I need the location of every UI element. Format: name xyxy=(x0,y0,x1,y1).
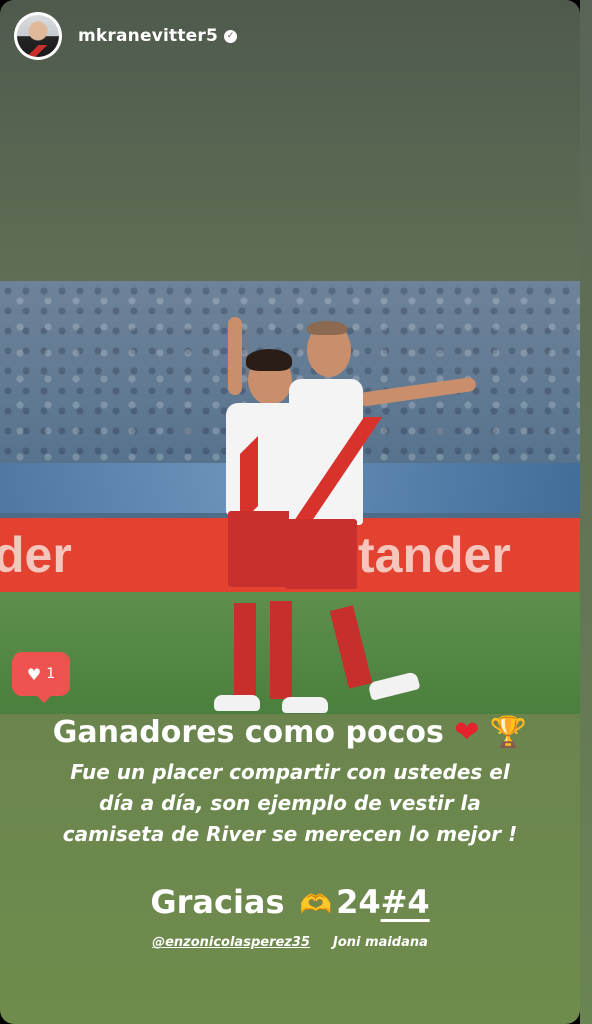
verified-badge-icon: ✓ xyxy=(224,29,238,43)
thanks-hash: #4 xyxy=(380,883,430,921)
caption-mentions: @enzonicolasperez35 Joni maidana xyxy=(0,934,580,952)
username[interactable]: mkranevitter5 xyxy=(78,26,218,46)
caption-title-text: Ganadores como pocos xyxy=(52,715,444,750)
mention-enzonicolasperez35[interactable]: @enzonicolasperez35 xyxy=(152,935,310,950)
caption-body-line-1: Fue un placer compartir con ustedes el xyxy=(70,760,510,784)
thanks-number: 24 xyxy=(336,883,381,921)
trophy-icon: 🏆 xyxy=(489,715,528,750)
avatar-image xyxy=(17,15,59,57)
thanks-word: Gracias xyxy=(150,883,285,921)
heart-icon: ♥ xyxy=(26,664,42,684)
heart-hands-icon: 🫶 xyxy=(299,890,333,920)
caption-body-line-2: día a día, son ejemplo de vestir la xyxy=(99,791,481,815)
story-photo: der tander ♥ 1 xyxy=(0,281,580,714)
like-badge[interactable]: ♥ 1 xyxy=(12,652,70,703)
caption-body-line-3: camiseta de River se merecen lo mejor ! xyxy=(62,822,518,846)
story-header: mkranevitter5 ✓ xyxy=(14,12,238,60)
mention-joni-maidana: Joni maidana xyxy=(333,935,428,950)
red-heart-icon: ❤ xyxy=(454,715,480,750)
story-frame: mkranevitter5 ✓ der tander ♥ 1 Ganadores… xyxy=(0,0,580,1024)
caption-body: Fue un placer compartir con ustedes el d… xyxy=(0,757,580,850)
caption-title: Ganadores como pocos ❤ 🏆 xyxy=(0,713,580,753)
like-count: 1 xyxy=(46,666,56,682)
profile-avatar[interactable] xyxy=(14,12,62,60)
ad-text-left: der xyxy=(0,527,72,583)
player-right xyxy=(285,317,485,714)
next-story-edge xyxy=(580,0,592,1024)
caption-thanks: Gracias 🫶 24#4 xyxy=(0,880,580,927)
